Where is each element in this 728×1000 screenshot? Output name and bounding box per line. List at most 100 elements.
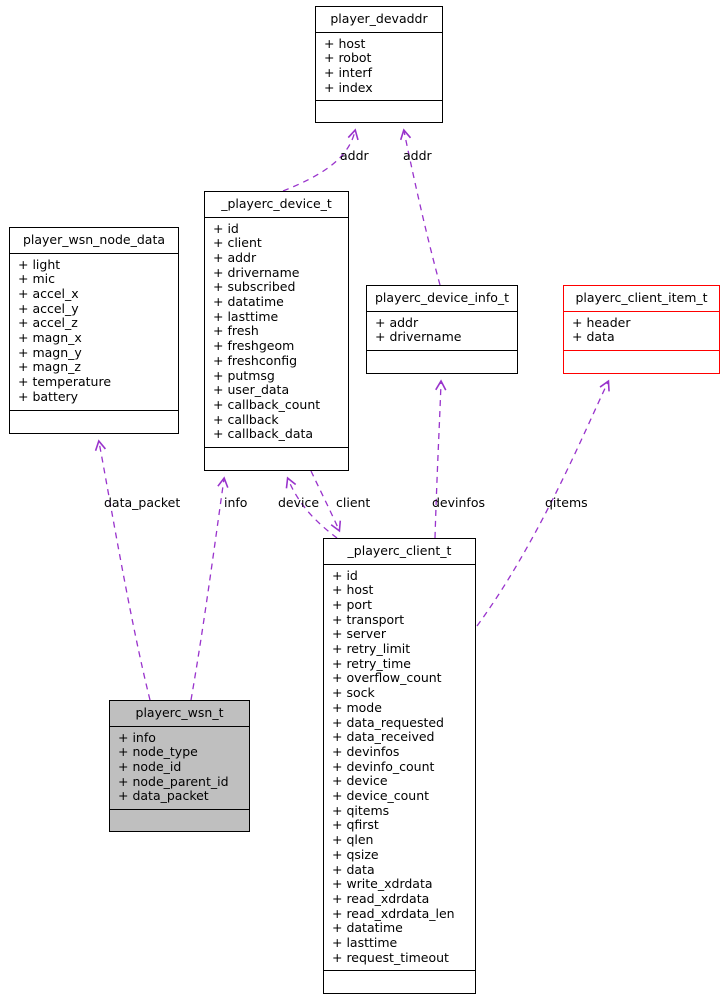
class-box-playerc_client_item_t[interactable]: playerc_client_item_t + header + data [563,285,720,374]
class-box-playerc_device_info_t[interactable]: playerc_device_info_t + addr + drivername [366,285,518,374]
class-operations [564,351,719,373]
class-attribute: + devinfos [332,743,400,759]
class-attribute: + devinfo_count [332,758,435,774]
class-attribute: + request_timeout [332,949,449,965]
class-attribute: + info [118,729,156,745]
class-attribute: + read_xdrdata [332,890,430,906]
class-attribute: + qsize [332,846,379,862]
class-attribute: + lasttime [213,308,279,324]
class-attribute: + callback [213,411,279,427]
class-attribute: + fresh [213,323,259,339]
class-attribute: + magn_y [18,344,82,360]
class-attribute: + node_id [118,758,182,774]
class-attributes: + addr + drivername [367,312,517,351]
class-attribute: + host [332,582,374,598]
class-operations [316,101,442,122]
class-attribute: + mic [18,271,55,287]
class-attributes: + info + node_type + node_id + node_parent_… [110,727,249,811]
class-attribute: + callback_count [213,396,321,412]
edge-label-data-packet: data_packet [104,495,181,510]
class-attribute: + qlen [332,832,374,848]
class-attribute: + data [572,329,615,345]
class-attribute: + node_parent_id [118,773,229,789]
class-box-player_wsn_node_data[interactable]: player_wsn_node_data + light + mic + accel_… [9,227,179,434]
class-attributes: + light + mic + accel_x + accel_y + accel_z +… [10,254,178,411]
class-title: _playerc_client_t [324,539,475,565]
class-attribute: + device [332,773,388,789]
class-attributes: + header + data [564,312,719,351]
edge-label-devinfos: devinfos [432,495,485,510]
class-attribute: + device_count [332,788,430,804]
class-attribute: + magn_z [18,359,81,375]
edge-label-qitems: qitems [545,495,588,510]
class-attribute: + datatime [213,294,284,310]
class-attribute: + lasttime [332,935,398,951]
class-attribute: + freshconfig [213,352,298,368]
class-attribute: + data_requested [332,714,444,730]
edge-label-addr-device-info: addr [403,148,432,163]
class-operations [110,810,249,831]
class-operations [324,971,475,993]
class-attribute: + host [324,35,366,51]
class-attributes: + id + client + addr + drivername + subscrib… [205,218,348,449]
class-attribute: + magn_x [18,330,82,346]
class-attribute: + server [332,626,387,642]
class-attribute: + write_xdrdata [332,876,433,892]
class-attribute: + sock [332,685,375,701]
class-attribute: + node_type [118,744,198,760]
class-attribute: + client [213,235,262,251]
class-attribute: + interf [324,64,372,80]
class-attribute: + datatime [332,920,403,936]
edge-label-addr-device: addr [340,148,369,163]
edge-label-device: device [278,495,320,510]
class-attribute: + drivername [213,264,300,280]
class-attribute: + qitems [332,802,390,818]
class-attribute: + subscribed [213,279,296,295]
edge-label-client: client [336,495,371,510]
class-operations [10,411,178,433]
class-attribute: + data_received [332,729,435,745]
class-attribute: + overflow_count [332,670,442,686]
class-title: _playerc_device_t [205,192,348,218]
class-attribute: + read_xdrdata_len [332,905,455,921]
class-title: player_wsn_node_data [10,228,178,254]
class-attribute: + freshgeom [213,338,295,354]
class-title: playerc_client_item_t [564,286,719,312]
class-attribute: + id [213,220,239,236]
class-attribute: + index [324,79,373,95]
class-attribute: + retry_limit [332,641,411,657]
class-attributes: + id + host + port + transport + server + ret… [324,565,475,972]
class-attribute: + port [332,596,373,612]
class-attribute: + accel_y [18,300,79,316]
class-title: playerc_device_info_t [367,286,517,312]
class-attribute: + callback_data [213,426,314,442]
class-attribute: + robot [324,50,372,66]
class-attribute: + header [572,314,631,330]
class-attribute: + accel_x [18,285,79,301]
class-attribute: + transport [332,611,405,627]
class-attribute: + mode [332,699,382,715]
class-box-_playerc_device_t[interactable]: _playerc_device_t + id + client + addr + dri… [204,191,349,471]
edge-line-qitems [476,379,610,627]
class-box-player_devaddr[interactable]: player_devaddr + host + robot + interf + ind… [315,6,443,123]
class-attribute: + id [332,567,358,583]
class-attribute: + data_packet [118,788,209,804]
edge-label-info: info [224,495,248,510]
edge-line-devinfos [434,379,447,539]
edge-line-data-packet [94,439,151,701]
class-box-playerc_wsn_t[interactable]: playerc_wsn_t + info + node_type + node_id +… [109,700,250,832]
edge-line-info [190,476,229,701]
class-attributes: + host + robot + interf + index [316,33,442,102]
class-attribute: + battery [18,388,79,404]
class-attribute: + retry_time [332,655,411,671]
class-attribute: + addr [375,314,419,330]
class-title: player_devaddr [316,7,442,33]
class-attribute: + data [332,861,375,877]
class-operations [367,351,517,373]
class-box-_playerc_client_t[interactable]: _playerc_client_t + id + host + port + trans… [323,538,476,994]
class-operations [205,448,348,470]
class-attribute: + putmsg [213,367,275,383]
class-attribute: + drivername [375,329,462,345]
uml-diagram-canvas: player_devaddr + host + robot + interf + ind… [0,0,728,1000]
class-attribute: + temperature [18,374,112,390]
